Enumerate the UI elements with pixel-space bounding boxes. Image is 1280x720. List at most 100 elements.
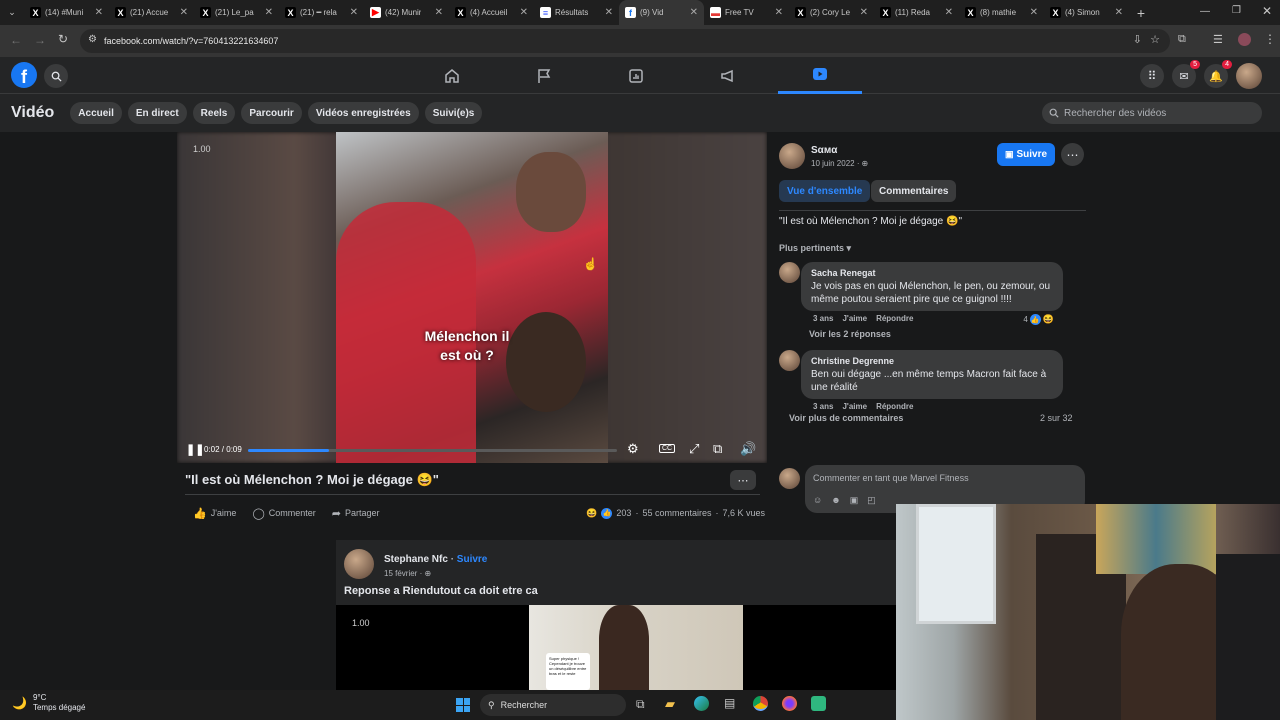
forward-icon[interactable]: → — [34, 33, 46, 47]
video-options-button[interactable]: ⋯ — [730, 470, 756, 490]
comment-reply[interactable]: Répondre — [876, 402, 913, 411]
like-button[interactable]: 👍 J'aime — [193, 507, 236, 520]
captions-icon[interactable]: CC — [659, 444, 676, 453]
browser-tab[interactable]: f (9) Vid ✕ — [619, 0, 704, 25]
pause-icon[interactable]: ❚❚ — [186, 443, 204, 456]
tab-comments[interactable]: Commentaires — [871, 180, 957, 202]
tab-close-icon[interactable]: ✕ — [1030, 7, 1038, 18]
seek-bar[interactable] — [248, 449, 617, 452]
chrome-icon[interactable] — [753, 696, 768, 711]
new-tab-button[interactable]: + — [1129, 5, 1153, 21]
weather-widget[interactable]: 🌙 9°C Temps dégagé — [12, 693, 85, 713]
author-avatar[interactable] — [779, 143, 805, 169]
share-button[interactable]: ➦ Partager — [332, 507, 380, 520]
video-search-input[interactable]: Rechercher des vidéos — [1042, 102, 1262, 124]
post-date[interactable]: 15 février · — [384, 569, 424, 578]
commenter-avatar[interactable] — [779, 350, 800, 371]
commenter-name[interactable]: Sacha Renegat — [811, 267, 1053, 280]
menu-button[interactable]: ⠿ — [1140, 64, 1164, 88]
install-app-icon[interactable]: ⇩ — [1133, 33, 1142, 46]
tab-close-icon[interactable]: ✕ — [775, 7, 783, 18]
comments-count[interactable]: 55 commentaires — [642, 508, 711, 518]
back-icon[interactable]: ← — [10, 33, 22, 47]
site-info-icon[interactable]: ⚙ — [88, 34, 97, 45]
window-restore-icon[interactable]: ❐ — [1232, 5, 1241, 16]
tab-list-dropdown-icon[interactable]: ⌄ — [0, 0, 24, 25]
window-close-icon[interactable]: ✕ — [1262, 4, 1272, 18]
follow-button[interactable]: ▣ Suivre — [997, 143, 1055, 166]
browser-tab[interactable]: X (14) #Muni ✕ — [24, 0, 109, 25]
browser-tab[interactable]: X (2) Cory Le ✕ — [789, 0, 874, 25]
comment-button[interactable]: ◯ Commenter — [252, 507, 315, 520]
nav-home[interactable] — [410, 57, 494, 94]
tab-close-icon[interactable]: ✕ — [945, 7, 953, 18]
edge-icon[interactable] — [694, 696, 709, 711]
emoji-icon[interactable]: ☻ — [831, 495, 840, 506]
browser-tab[interactable]: X (21) Le_pa ✕ — [194, 0, 279, 25]
nav-video[interactable] — [778, 57, 862, 94]
profile-icon[interactable] — [1238, 33, 1251, 46]
author-name[interactable]: Sαмα — [811, 145, 837, 156]
tab-close-icon[interactable]: ✕ — [435, 7, 443, 18]
video-nav-pill[interactable]: Parcourir — [241, 102, 302, 124]
commenter-name[interactable]: Christine Degrenne — [811, 355, 1053, 368]
sticker-icon[interactable]: ◰ — [867, 495, 876, 506]
commenter-avatar[interactable] — [779, 262, 800, 283]
fb-search-button[interactable] — [44, 64, 68, 88]
window-minimize-icon[interactable]: — — [1200, 6, 1210, 17]
post-follow-link[interactable]: Suivre — [457, 554, 488, 565]
address-bar[interactable]: ⚙ facebook.com/watch/?v=760413221634607 … — [80, 29, 1170, 53]
video-nav-pill[interactable]: Vidéos enregistrées — [307, 102, 419, 124]
app-icon[interactable] — [811, 696, 826, 711]
avatar-sticker-icon[interactable]: ☺ — [813, 495, 822, 506]
comment-like[interactable]: J'aime — [842, 314, 867, 325]
browser-tab[interactable]: X (8) mathie ✕ — [959, 0, 1044, 25]
video-nav-pill[interactable]: Reels — [192, 102, 236, 124]
miniplayer-icon[interactable]: ⧉ — [713, 441, 722, 457]
fullscreen-icon[interactable]: ⤢ — [689, 441, 699, 457]
comment-age[interactable]: 3 ans — [813, 402, 833, 411]
post-author-avatar[interactable] — [344, 549, 374, 579]
comment-reply[interactable]: Répondre — [876, 314, 913, 325]
comment-like[interactable]: J'aime — [842, 402, 867, 411]
account-avatar[interactable] — [1236, 63, 1262, 89]
settings-icon[interactable]: ⚙ — [627, 441, 639, 457]
more-options-button[interactable]: ⋯ — [1061, 143, 1084, 166]
tab-close-icon[interactable]: ✕ — [180, 7, 188, 18]
browser-menu-icon[interactable]: ⋮ — [1264, 32, 1276, 46]
video-nav-pill[interactable]: Suivi(e)s — [424, 102, 483, 124]
reload-icon[interactable]: ↻ — [58, 32, 68, 46]
tab-overview[interactable]: Vue d'ensemble — [779, 180, 871, 202]
see-more-comments-link[interactable]: Voir plus de commentaires — [789, 413, 903, 423]
messenger-button[interactable]: ✉ 5 — [1172, 60, 1200, 88]
comment-age[interactable]: 3 ans — [813, 314, 833, 325]
notifications-button[interactable]: 🔔 4 — [1204, 60, 1232, 88]
nav-ads[interactable] — [686, 57, 770, 94]
post-author-name[interactable]: Stephane Nfc — [384, 554, 448, 565]
tab-close-icon[interactable]: ✕ — [605, 7, 613, 18]
browser-tab[interactable]: X (11) Reda ✕ — [874, 0, 959, 25]
tab-search-icon[interactable]: ☰ — [1213, 33, 1223, 46]
firefox-icon[interactable] — [782, 696, 797, 711]
video-nav-pill[interactable]: En direct — [127, 102, 187, 124]
nav-pages[interactable] — [502, 57, 586, 94]
gif-icon[interactable]: ▣ — [850, 495, 859, 506]
video-nav-pill[interactable]: Accueil — [70, 102, 122, 124]
task-view-icon[interactable]: ⧉ — [636, 697, 645, 712]
browser-tab[interactable]: X (4) Accueil ✕ — [449, 0, 534, 25]
comment-sort-dropdown[interactable]: Plus pertinents ▾ — [779, 243, 851, 254]
start-button[interactable] — [456, 698, 470, 712]
store-icon[interactable]: ▤ — [724, 696, 735, 710]
browser-tab[interactable]: ≡ Résultats ✕ — [534, 0, 619, 25]
file-explorer-icon[interactable]: ▰ — [665, 696, 675, 712]
post-video[interactable]: 1.00 Super physique ! Cependant je trouv… — [336, 605, 896, 690]
tab-close-icon[interactable]: ✕ — [95, 7, 103, 18]
facebook-logo-icon[interactable]: f — [11, 62, 37, 88]
see-replies-link[interactable]: Voir les 2 réponses — [809, 329, 891, 339]
tab-close-icon[interactable]: ✕ — [265, 7, 273, 18]
browser-tab[interactable]: ▬ Free TV ✕ — [704, 0, 789, 25]
browser-tab[interactable]: ▶ (42) Munir ✕ — [364, 0, 449, 25]
reaction-count[interactable]: 203 — [616, 508, 631, 518]
bookmark-star-icon[interactable]: ☆ — [1150, 33, 1160, 46]
tab-close-icon[interactable]: ✕ — [860, 7, 868, 18]
